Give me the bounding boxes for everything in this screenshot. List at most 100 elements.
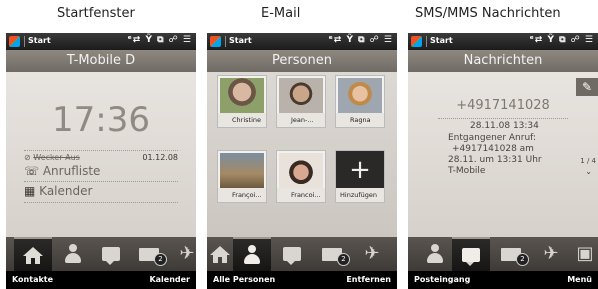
call-log-row[interactable]: ☏ Anrufliste [24, 164, 178, 178]
start-label[interactable]: Start [229, 36, 252, 45]
message-datetime: 28.11.08 13:34 [470, 121, 539, 131]
contact-name: Jean-... [277, 113, 325, 127]
contact-name: Françoi... [218, 188, 266, 202]
contact-photo [279, 153, 323, 188]
soft-key-left[interactable]: Alle Personen [213, 275, 275, 284]
sender-number[interactable]: +4917141028 [408, 98, 598, 113]
mail-icon: 2 [322, 247, 350, 266]
page-indicator: 1 / 4 [580, 157, 596, 165]
soft-key-bar: Kontakte Kalender [6, 271, 196, 289]
soft-key-right[interactable]: Menü [567, 275, 592, 284]
internet-icon: ✈ [179, 243, 195, 264]
divider [225, 36, 226, 47]
phone-people: Start ᵉ⇄ Ỹ ⧉ ☍ ☰ Personen ☏ Christine ✉ … [207, 33, 397, 289]
add-contact-tile[interactable]: + Hinzufügen [335, 150, 385, 203]
contact-tile[interactable]: ☏ Françoi... [217, 150, 267, 203]
status-bar: Start ᵉ⇄ Ỹ ⧉ ☍ ☰ [408, 33, 598, 50]
internet-icon: ✈ [543, 243, 559, 264]
tab-bar: 2 ✈ [6, 237, 196, 271]
message-icon [462, 248, 480, 266]
tab-people[interactable] [233, 237, 271, 271]
calendar-label: Kalender [39, 184, 93, 198]
windows-logo-icon[interactable] [210, 36, 221, 47]
call-log-label: Anrufliste [42, 164, 101, 178]
tab-more[interactable]: ✈ [353, 237, 391, 271]
unread-badge: 2 [337, 252, 350, 266]
soft-key-right[interactable]: Entfernen [346, 275, 391, 284]
unread-badge: 2 [516, 252, 529, 266]
windows-logo-icon[interactable] [411, 36, 422, 47]
page-title: Personen [207, 50, 397, 72]
photos-icon: ▣ [576, 243, 594, 264]
tab-email[interactable]: 2 [130, 237, 168, 271]
tab-bar: 2 ✈ [207, 237, 397, 271]
tab-bar: 2 ✈ ▣ [408, 237, 598, 271]
mail-icon: 2 [139, 247, 167, 266]
windows-logo-icon[interactable] [9, 36, 20, 47]
status-icons[interactable]: ᵉ⇄ Ỹ ⧉ ☍ ☰ [127, 35, 192, 45]
status-icons[interactable]: ᵉ⇄ Ỹ ⧉ ☍ ☰ [328, 35, 393, 45]
person-icon [243, 245, 261, 265]
person-icon [64, 244, 82, 264]
divider [24, 36, 25, 47]
home-icon [210, 246, 230, 263]
contact-name: Christine [218, 113, 266, 127]
message-line: 28.11. um 13:31 Uhr [448, 155, 542, 165]
phone-startscreen: Start ᵉ⇄ Ỹ ⧉ ☍ ☰ T-Mobile D 17:36 ⊘ Weck… [6, 33, 196, 289]
calendar-icon: ▦ [24, 184, 36, 198]
start-label[interactable]: Start [28, 36, 51, 45]
tab-email[interactable]: 2 [492, 237, 530, 271]
phone-icon: ☏ [24, 164, 40, 178]
soft-key-bar: Posteingang Menü [408, 271, 598, 289]
people-grid: ☏ Christine ✉ Jean-... ✎ Ragna ☏ Françoi… [207, 72, 397, 237]
message-line: T-Mobile [448, 166, 486, 176]
contact-name: Francoi... [277, 188, 325, 202]
tab-more[interactable]: ✈ [168, 237, 196, 271]
contact-tile[interactable]: ☏ Christine [217, 75, 267, 128]
message-view: ✎ +4917141028 28.11.08 13:34 Entgangener… [408, 72, 598, 237]
compose-button[interactable]: ✎ [576, 78, 598, 96]
message-icon [102, 247, 120, 265]
divider [438, 118, 568, 119]
caption-sms: SMS/MMS Nachrichten [415, 6, 561, 21]
status-bar: Start ᵉ⇄ Ỹ ⧉ ☍ ☰ [207, 33, 397, 50]
calendar-row[interactable]: ▦ Kalender [24, 184, 178, 198]
soft-key-right[interactable]: Kalender [149, 275, 190, 284]
contact-tile[interactable]: ✎ Francoi... [276, 150, 326, 203]
tab-email[interactable]: 2 [313, 237, 351, 271]
start-label[interactable]: Start [430, 36, 453, 45]
tab-internet[interactable]: ✈ [532, 237, 570, 271]
mail-icon: 2 [501, 247, 529, 266]
contact-photo [338, 78, 382, 113]
contact-photo [279, 78, 323, 113]
contact-name: Ragna [336, 113, 384, 127]
page-title: Nachrichten [408, 50, 598, 72]
home-icon [23, 247, 43, 264]
start-body: 17:36 ⊘ Wecker Aus 01.12.08 ☏ Anrufliste… [6, 72, 196, 237]
alarm-icon: ⊘ [24, 153, 31, 162]
person-icon [426, 244, 444, 264]
status-icons[interactable]: ᵉ⇄ Ỹ ⧉ ☍ ☰ [529, 35, 594, 45]
alarm-row[interactable]: ⊘ Wecker Aus 01.12.08 [24, 153, 178, 162]
phone-messages: Start ᵉ⇄ Ỹ ⧉ ☍ ☰ Nachrichten ✎ +49171410… [408, 33, 598, 289]
soft-key-left[interactable]: Kontakte [12, 275, 53, 284]
soft-key-left[interactable]: Posteingang [414, 275, 470, 284]
tab-photos[interactable]: ▣ [566, 237, 598, 271]
contact-tile[interactable]: ✉ Jean-... [276, 75, 326, 128]
status-bar: Start ᵉ⇄ Ỹ ⧉ ☍ ☰ [6, 33, 196, 50]
contact-tile[interactable]: ✎ Ragna [335, 75, 385, 128]
chevron-down-icon[interactable]: ⌄ [585, 167, 592, 176]
tab-people[interactable] [54, 237, 92, 271]
tab-people[interactable] [416, 237, 454, 271]
page-title: T-Mobile D [6, 50, 196, 72]
caption-startfenster: Startfenster [57, 6, 135, 21]
tab-messages[interactable] [92, 237, 130, 271]
message-line: +4917141028 am [452, 144, 534, 154]
tab-messages[interactable] [452, 237, 490, 271]
tab-messages[interactable] [273, 237, 311, 271]
contact-photo [220, 78, 264, 113]
unread-badge: 2 [154, 252, 167, 266]
tab-home[interactable] [14, 237, 52, 271]
alarm-label: Wecker Aus [33, 153, 80, 162]
clock-time[interactable]: 17:36 [6, 100, 196, 140]
